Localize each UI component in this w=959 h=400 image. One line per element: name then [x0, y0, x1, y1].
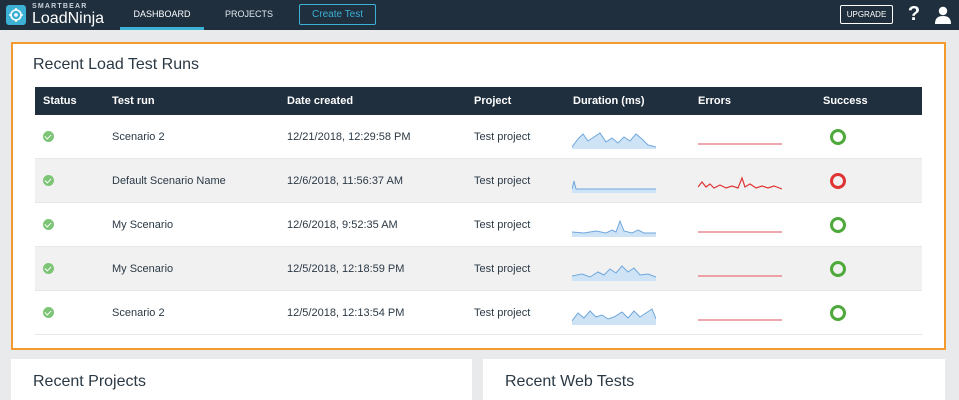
- runs-table: Status Test run Date created Project Dur…: [35, 87, 922, 335]
- nav-projects[interactable]: PROJECTS: [214, 0, 284, 30]
- recent-web-tests-card: Recent Web Tests: [483, 359, 945, 400]
- completed-check-icon: [43, 131, 54, 142]
- recent-projects-card: Recent Projects: [11, 359, 472, 400]
- loadninja-logo-icon: [6, 5, 26, 25]
- test-run-name[interactable]: Scenario 2: [112, 115, 165, 159]
- project-name[interactable]: Test project: [474, 159, 530, 203]
- table-row[interactable]: Scenario 2 12/21/2018, 12:29:58 PM Test …: [35, 115, 922, 159]
- column-header-duration[interactable]: Duration (ms): [573, 87, 645, 115]
- recent-projects-title: Recent Projects: [33, 373, 146, 390]
- test-run-name[interactable]: Default Scenario Name: [112, 159, 226, 203]
- column-header-project[interactable]: Project: [474, 87, 511, 115]
- duration-sparkline: [572, 132, 656, 149]
- test-run-name[interactable]: My Scenario: [112, 247, 173, 291]
- project-name[interactable]: Test project: [474, 203, 530, 247]
- recent-web-tests-title: Recent Web Tests: [505, 373, 635, 390]
- logo[interactable]: SMARTBEAR LoadNinja: [6, 3, 104, 27]
- errors-sparkline: [698, 231, 782, 233]
- success-circle-icon: [830, 305, 846, 321]
- date-created: 12/21/2018, 12:29:58 PM: [287, 131, 411, 143]
- completed-check-icon: [43, 175, 54, 186]
- logo-company: SMARTBEAR: [32, 3, 88, 10]
- column-header-test-run[interactable]: Test run: [112, 87, 155, 115]
- test-run-name[interactable]: My Scenario: [112, 203, 173, 247]
- logo-text: SMARTBEAR LoadNinja: [32, 3, 104, 27]
- success-circle-icon: [830, 261, 846, 277]
- duration-sparkline: [572, 308, 656, 325]
- help-icon[interactable]: ?: [906, 2, 922, 26]
- errors-sparkline: [698, 176, 782, 190]
- completed-check-icon: [43, 263, 54, 274]
- column-header-errors[interactable]: Errors: [698, 87, 731, 115]
- errors-sparkline: [698, 319, 782, 321]
- column-header-date-created[interactable]: Date created: [287, 87, 353, 115]
- table-row[interactable]: Scenario 2 12/5/2018, 12:13:54 PM Test p…: [35, 291, 922, 335]
- date-created: 12/5/2018, 12:13:54 PM: [287, 307, 405, 319]
- errors-sparkline: [698, 143, 782, 145]
- table-row[interactable]: Default Scenario Name 12/6/2018, 11:56:3…: [35, 159, 922, 203]
- column-header-success[interactable]: Success: [823, 87, 868, 115]
- recent-load-test-runs-card: Recent Load Test Runs Status Test run Da…: [11, 42, 946, 350]
- duration-sparkline: [572, 265, 656, 281]
- card-title: Recent Load Test Runs: [33, 56, 200, 73]
- duration-sparkline: [572, 219, 656, 237]
- date-created: 12/6/2018, 11:56:37 AM: [287, 175, 403, 187]
- project-name[interactable]: Test project: [474, 291, 530, 335]
- nav-dashboard[interactable]: DASHBOARD: [120, 0, 204, 30]
- date-created: 12/5/2018, 12:18:59 PM: [287, 263, 405, 275]
- table-header: Status Test run Date created Project Dur…: [35, 87, 922, 115]
- top-nav-bar: SMARTBEAR LoadNinja DASHBOARD PROJECTS C…: [0, 0, 959, 30]
- project-name[interactable]: Test project: [474, 247, 530, 291]
- upgrade-button[interactable]: UPGRADE: [840, 5, 893, 24]
- date-created: 12/6/2018, 9:52:35 AM: [287, 219, 398, 231]
- errors-sparkline: [698, 275, 782, 277]
- failure-circle-icon: [830, 173, 846, 189]
- project-name[interactable]: Test project: [474, 115, 530, 159]
- column-header-status[interactable]: Status: [43, 87, 77, 115]
- success-circle-icon: [830, 129, 846, 145]
- table-row[interactable]: My Scenario 12/5/2018, 12:18:59 PM Test …: [35, 247, 922, 291]
- logo-product: LoadNinja: [32, 10, 105, 27]
- create-test-button[interactable]: Create Test: [299, 4, 376, 25]
- test-run-name[interactable]: Scenario 2: [112, 291, 165, 335]
- table-row[interactable]: My Scenario 12/6/2018, 9:52:35 AM Test p…: [35, 203, 922, 247]
- success-circle-icon: [830, 217, 846, 233]
- user-icon[interactable]: [933, 5, 953, 25]
- completed-check-icon: [43, 219, 54, 230]
- duration-sparkline: [572, 180, 656, 193]
- completed-check-icon: [43, 307, 54, 318]
